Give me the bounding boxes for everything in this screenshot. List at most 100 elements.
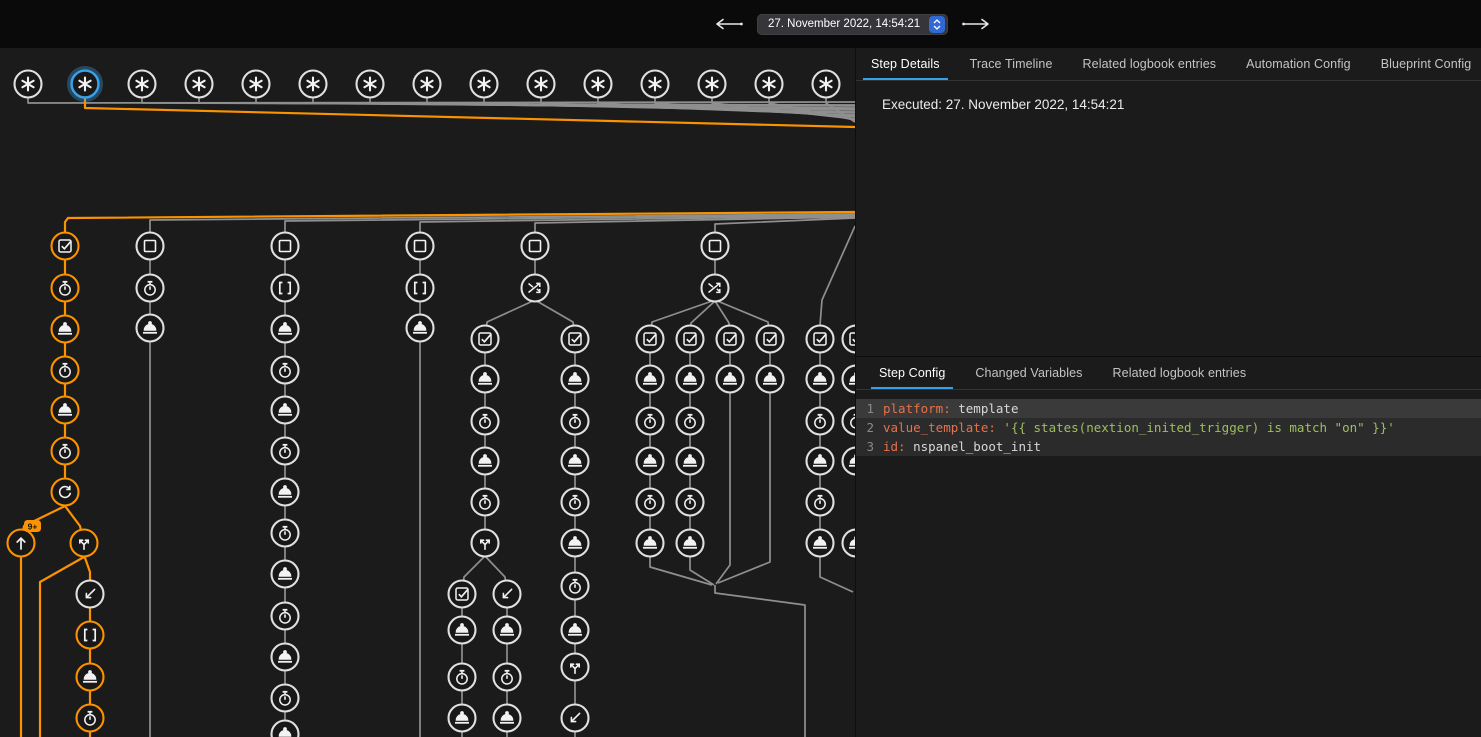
tab-step-details[interactable]: Step Details [856, 48, 955, 80]
graph-node-service[interactable] [494, 705, 521, 732]
graph-node-timer[interactable] [52, 438, 79, 465]
graph-node-timer[interactable] [562, 408, 589, 435]
graph-node-service[interactable] [472, 366, 499, 393]
graph-node-timer[interactable] [472, 408, 499, 435]
graph-node-service[interactable] [677, 366, 704, 393]
graph-node-timer[interactable] [272, 685, 299, 712]
graph-node-split[interactable] [71, 530, 98, 557]
graph-node-service[interactable] [472, 448, 499, 475]
graph-node-condition[interactable] [449, 581, 476, 608]
next-run-button[interactable] [962, 15, 992, 33]
graph-node-service[interactable] [272, 561, 299, 588]
graph-node-service[interactable] [637, 530, 664, 557]
graph-node-refresh[interactable] [52, 479, 79, 506]
graph-node-condition[interactable] [472, 326, 499, 353]
graph-node-condition[interactable] [843, 326, 856, 353]
graph-node-asterisk[interactable] [642, 71, 669, 98]
graph-node-service[interactable] [562, 530, 589, 557]
graph-node-timer[interactable] [272, 357, 299, 384]
graph-node-timer[interactable] [272, 438, 299, 465]
graph-node-asterisk[interactable] [129, 71, 156, 98]
graph-node-asterisk[interactable] [69, 68, 102, 101]
graph-node-service[interactable] [677, 530, 704, 557]
graph-node-service[interactable] [637, 366, 664, 393]
graph-node-asterisk[interactable] [585, 71, 612, 98]
graph-node-shuffle[interactable] [702, 275, 729, 302]
graph-node-service[interactable] [843, 448, 856, 475]
graph-node-asterisk[interactable] [471, 71, 498, 98]
graph-node-square[interactable] [702, 233, 729, 260]
graph-node-service[interactable] [449, 705, 476, 732]
tab-trace-timeline[interactable]: Trace Timeline [955, 48, 1068, 80]
graph-node-service[interactable] [137, 315, 164, 342]
graph-node-service[interactable] [637, 448, 664, 475]
graph-node-timer[interactable] [677, 408, 704, 435]
graph-node-service[interactable] [717, 366, 744, 393]
graph-node-service[interactable] [843, 366, 856, 393]
tab-related-logbook-entries[interactable]: Related logbook entries [1068, 48, 1232, 80]
graph-node-service[interactable] [494, 617, 521, 644]
graph-node-condition[interactable] [562, 326, 589, 353]
graph-node-service[interactable] [677, 448, 704, 475]
run-selector[interactable]: 27. November 2022, 14:54:21 [757, 14, 948, 35]
tab-automation-config[interactable]: Automation Config [1231, 48, 1366, 80]
graph-node-timer[interactable] [52, 275, 79, 302]
graph-node-timer[interactable] [807, 489, 834, 516]
graph-node-square[interactable] [522, 233, 549, 260]
graph-node-asterisk[interactable] [186, 71, 213, 98]
graph-node-condition[interactable] [717, 326, 744, 353]
graph-node-service[interactable] [807, 530, 834, 557]
previous-run-button[interactable] [713, 15, 743, 33]
graph-node-service[interactable] [807, 366, 834, 393]
graph-node-timer[interactable] [494, 664, 521, 691]
graph-node-asterisk[interactable] [813, 71, 840, 98]
graph-node-asterisk[interactable] [699, 71, 726, 98]
tab-step-config[interactable]: Step Config [864, 357, 960, 389]
graph-node-service[interactable] [562, 448, 589, 475]
graph-node-service[interactable] [272, 479, 299, 506]
graph-node-service[interactable] [272, 397, 299, 424]
graph-node-square[interactable] [272, 233, 299, 260]
graph-node-timer[interactable] [562, 573, 589, 600]
graph-node-service[interactable] [757, 366, 784, 393]
tab-related-logbook-entries[interactable]: Related logbook entries [1098, 357, 1262, 389]
graph-node-service[interactable] [272, 721, 299, 737]
graph-node-asterisk[interactable] [414, 71, 441, 98]
graph-node-timer[interactable] [677, 489, 704, 516]
graph-node-brackets[interactable] [272, 275, 299, 302]
graph-node-square[interactable] [137, 233, 164, 260]
graph-node-shuffle[interactable] [522, 275, 549, 302]
graph-node-service[interactable] [449, 617, 476, 644]
tab-changed-variables[interactable]: Changed Variables [960, 357, 1097, 389]
graph-node-timer[interactable] [449, 664, 476, 691]
graph-node-split[interactable] [472, 530, 499, 557]
graph-node-brackets[interactable] [407, 275, 434, 302]
tab-blueprint-config[interactable]: Blueprint Config [1366, 48, 1481, 80]
graph-node-asterisk[interactable] [15, 71, 42, 98]
graph-node-square[interactable] [407, 233, 434, 260]
graph-node-asterisk[interactable] [357, 71, 384, 98]
graph-node-service[interactable] [807, 448, 834, 475]
graph-node-timer[interactable] [472, 489, 499, 516]
graph-node-timer[interactable] [52, 357, 79, 384]
graph-node-condition[interactable] [757, 326, 784, 353]
graph-node-condition[interactable] [52, 233, 79, 260]
graph-node-timer[interactable] [272, 603, 299, 630]
graph-node-timer[interactable] [562, 489, 589, 516]
graph-node-condition[interactable] [807, 326, 834, 353]
graph-node-arrow-dl[interactable] [77, 581, 104, 608]
graph-node-timer[interactable] [137, 275, 164, 302]
graph-node-service[interactable] [562, 617, 589, 644]
graph-node-timer[interactable] [272, 520, 299, 547]
graph-node-asterisk[interactable] [528, 71, 555, 98]
graph-node-timer[interactable] [77, 705, 104, 732]
graph-node-timer[interactable] [637, 489, 664, 516]
graph-node-service[interactable] [52, 397, 79, 424]
graph-node-service[interactable] [77, 664, 104, 691]
graph-node-timer[interactable] [843, 408, 856, 435]
graph-node-arrow-dl[interactable] [494, 581, 521, 608]
graph-node-asterisk[interactable] [756, 71, 783, 98]
graph-node-arrow-up[interactable]: 9+ [8, 520, 42, 557]
graph-node-service[interactable] [843, 530, 856, 557]
graph-node-arrow-dl[interactable] [562, 705, 589, 732]
